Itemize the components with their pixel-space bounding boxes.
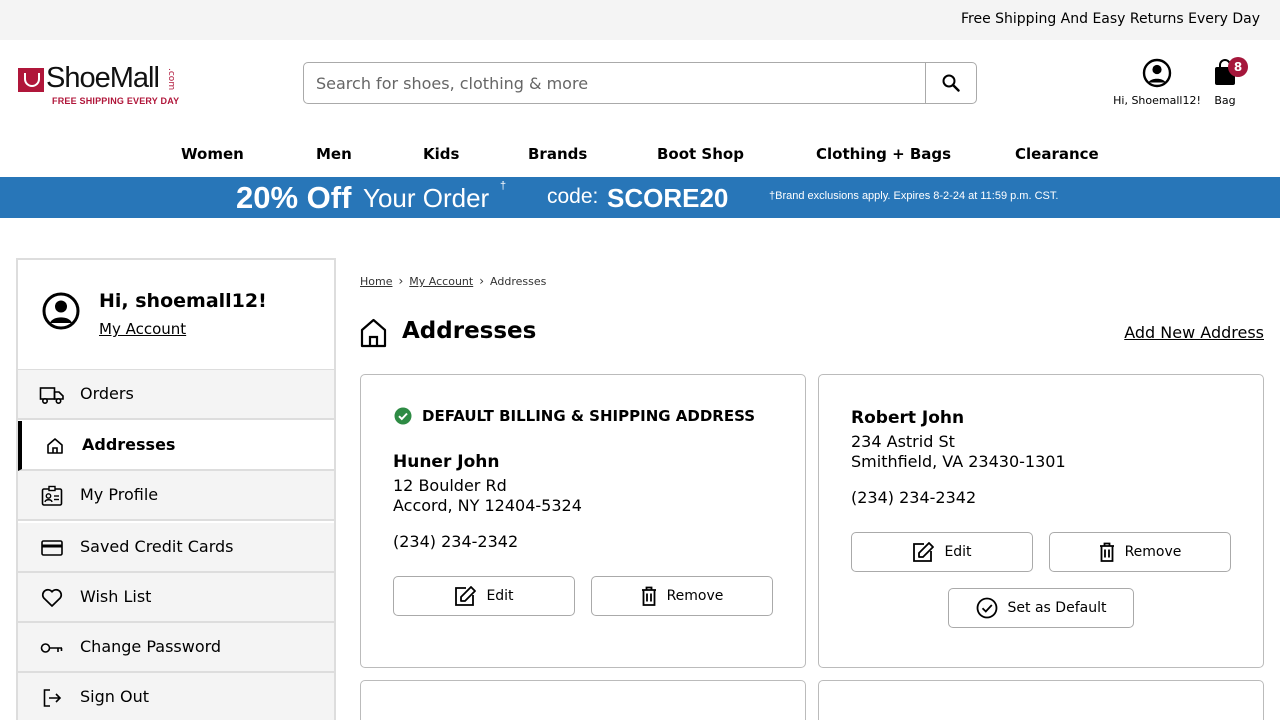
nav-brands[interactable]: Brands	[528, 145, 587, 163]
search-input[interactable]	[304, 63, 926, 103]
logo-wordmark: ShoeMall	[46, 62, 160, 94]
set-as-default-button[interactable]: Set as Default	[948, 588, 1134, 628]
breadcrumb-current: Addresses	[490, 275, 547, 288]
address-card	[818, 680, 1264, 720]
announcement-text: Free Shipping And Easy Returns Every Day	[960, 11, 1260, 27]
address-line2: Smithfield, VA 23430-1301	[851, 452, 1066, 471]
sidebar-item-change-password[interactable]: Change Password	[18, 623, 334, 673]
trash-icon	[641, 586, 656, 606]
sidebar-item-saved-credit-cards[interactable]: Saved Credit Cards	[18, 523, 334, 573]
bag-label: Bag	[1214, 94, 1236, 107]
sidebar-item-wish-list[interactable]: Wish List	[18, 573, 334, 623]
chevron-right-icon: ›	[479, 274, 485, 288]
account-link[interactable]: Hi, Shoemall12!	[1110, 58, 1204, 107]
promo-banner[interactable]: 20% Off Your Order † code: SCORE20 †Bran…	[0, 177, 1280, 218]
check-circle-outline-icon	[976, 597, 997, 619]
home-icon	[42, 434, 68, 458]
bag-count-badge: 8	[1228, 57, 1248, 77]
user-avatar-icon	[42, 292, 80, 330]
home-outline-icon	[360, 318, 387, 348]
sidebar-item-addresses[interactable]: Addresses	[18, 421, 334, 471]
heart-icon	[39, 586, 65, 610]
sidebar-item-label: Orders	[80, 384, 134, 403]
chevron-right-icon: ›	[398, 274, 404, 288]
address-card-default: DEFAULT BILLING & SHIPPING ADDRESS Huner…	[360, 374, 806, 668]
promo-your-order: Your Order	[363, 183, 490, 213]
sidebar-item-my-profile[interactable]: My Profile	[18, 471, 334, 521]
address-line1: 12 Boulder Rd	[393, 476, 507, 495]
promo-discount: 20% Off	[236, 180, 352, 215]
address-card: Robert John 234 Astrid St Smithfield, VA…	[818, 374, 1264, 668]
truck-icon	[39, 383, 65, 407]
default-address-label: DEFAULT BILLING & SHIPPING ADDRESS	[394, 407, 755, 425]
shoemall-logo[interactable]: ShoeMall .com FREE SHIPPING EVERY DAY	[18, 62, 188, 110]
promo-fine-print: †Brand exclusions apply. Expires 8-2-24 …	[769, 190, 1059, 202]
account-sidebar: Hi, shoemall12! My Account Orders Addres…	[16, 258, 336, 720]
sidebar-item-label: Sign Out	[80, 687, 149, 706]
sidebar-item-label: Saved Credit Cards	[80, 537, 234, 556]
sidebar-item-label: My Profile	[80, 485, 159, 504]
edit-label: Edit	[944, 544, 972, 560]
top-announcement-bar: Free Shipping And Easy Returns Every Day	[0, 0, 1280, 40]
address-line1: 234 Astrid St	[851, 432, 955, 451]
user-circle-icon	[1142, 58, 1172, 88]
search-button[interactable]	[925, 63, 976, 103]
breadcrumb-home[interactable]: Home	[360, 275, 392, 288]
sidebar-greeting-panel: Hi, shoemall12! My Account	[18, 260, 334, 370]
nav-men[interactable]: Men	[316, 145, 352, 163]
nav-clothing-bags[interactable]: Clothing + Bags	[816, 145, 951, 163]
address-name: Robert John	[851, 408, 965, 428]
promo-dagger: †	[500, 180, 507, 192]
sign-out-icon	[39, 686, 65, 710]
edit-icon	[455, 586, 477, 606]
search-bar	[303, 62, 977, 104]
sidebar-item-label: Change Password	[80, 637, 222, 656]
logo-mark-icon	[18, 68, 44, 92]
nav-women[interactable]: Women	[181, 145, 244, 163]
remove-label: Remove	[1124, 544, 1182, 560]
my-account-link[interactable]: My Account	[99, 320, 186, 338]
sidebar-item-orders[interactable]: Orders	[18, 370, 334, 420]
promo-code: SCORE20	[607, 183, 729, 213]
edit-address-button[interactable]: Edit	[851, 532, 1033, 572]
logo-tagline: FREE SHIPPING EVERY DAY	[52, 96, 180, 106]
address-phone: (234) 234-2342	[851, 488, 977, 507]
search-icon	[942, 74, 960, 92]
address-phone: (234) 234-2342	[393, 532, 519, 551]
credit-card-icon	[39, 536, 65, 560]
address-line2: Accord, NY 12404-5324	[393, 496, 582, 515]
edit-icon	[913, 542, 935, 562]
edit-address-button[interactable]: Edit	[393, 576, 575, 616]
id-badge-icon	[39, 484, 65, 508]
check-circle-icon	[394, 407, 412, 425]
remove-label: Remove	[666, 588, 724, 604]
nav-clearance[interactable]: Clearance	[1015, 145, 1099, 163]
page-title: Addresses	[402, 318, 537, 344]
nav-boot-shop[interactable]: Boot Shop	[657, 145, 744, 163]
breadcrumb-my-account[interactable]: My Account	[409, 275, 473, 288]
default-address-text: DEFAULT BILLING & SHIPPING ADDRESS	[422, 407, 756, 425]
logo-com: .com	[166, 68, 176, 91]
sidebar-item-sign-out[interactable]: Sign Out	[18, 673, 334, 720]
sidebar-item-label: Addresses	[82, 435, 176, 454]
breadcrumb: Home › My Account › Addresses	[360, 274, 546, 288]
nav-kids[interactable]: Kids	[423, 145, 459, 163]
trash-icon	[1099, 542, 1114, 562]
key-icon	[39, 636, 65, 660]
promo-code-label: code:	[547, 185, 599, 208]
main-navigation: Women Men Kids Brands Boot Shop Clothing…	[0, 132, 1280, 177]
set-default-label: Set as Default	[1007, 600, 1107, 616]
remove-address-button[interactable]: Remove	[591, 576, 773, 616]
sidebar-greeting: Hi, shoemall12!	[99, 290, 267, 312]
edit-label: Edit	[486, 588, 514, 604]
add-new-address-link[interactable]: Add New Address	[1124, 323, 1264, 342]
address-card	[360, 680, 806, 720]
account-label: Hi, Shoemall12!	[1113, 94, 1201, 107]
address-name: Huner John	[393, 452, 500, 472]
shopping-bag-link[interactable]: 8 Bag	[1205, 57, 1248, 107]
remove-address-button[interactable]: Remove	[1049, 532, 1231, 572]
sidebar-item-label: Wish List	[80, 587, 152, 606]
site-header: ShoeMall .com FREE SHIPPING EVERY DAY Hi…	[0, 40, 1280, 132]
